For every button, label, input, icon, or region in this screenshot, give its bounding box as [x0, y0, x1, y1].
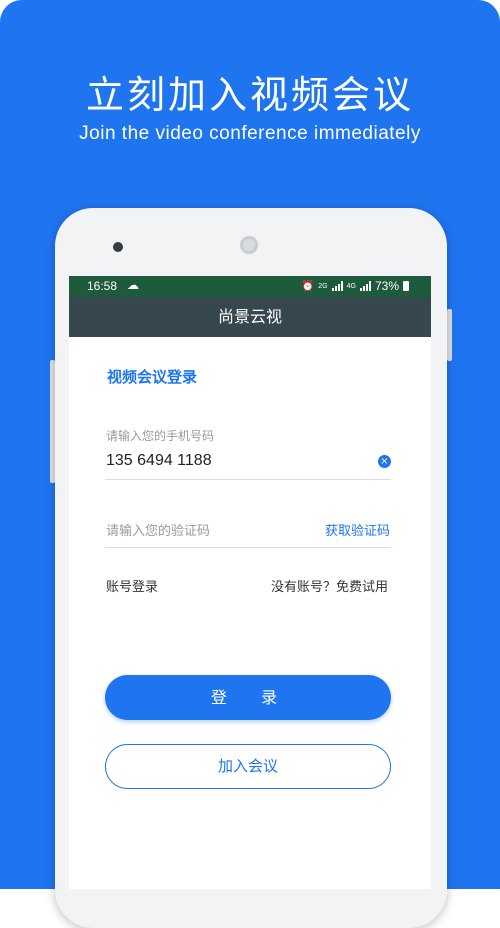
get-code-link[interactable]: 获取验证码	[325, 520, 390, 539]
weather-icon: ☁	[127, 278, 139, 292]
network-4g-label: 4G	[346, 282, 356, 290]
verification-code-input[interactable]: 请输入您的验证码	[106, 520, 210, 539]
promo-headline: 立刻加入视频会议	[85, 73, 414, 117]
join-meeting-button[interactable]: 加入会议	[105, 744, 391, 789]
battery-icon	[403, 281, 409, 291]
clear-icon[interactable]: ×	[378, 455, 391, 468]
phone-number-input[interactable]: 135 6494 1188	[106, 452, 212, 470]
phone-power-button	[447, 309, 452, 361]
account-login-link[interactable]: 账号登录	[106, 576, 158, 595]
alarm-icon: ⏰	[301, 280, 315, 292]
network-2g-label: 2G	[318, 282, 328, 290]
signal-icon	[331, 281, 343, 291]
phone-screen: 16:58 ☁ ⏰ 2G 4G 73% 尚景云视 视频会议登录 请输入您的手机号…	[69, 276, 431, 889]
login-title: 视频会议登录	[107, 368, 198, 386]
phone-field-underline	[105, 479, 391, 480]
free-trial-link[interactable]: 没有账号？免费试用	[271, 576, 388, 595]
phone-camera	[113, 242, 123, 252]
phone-field-label: 请输入您的手机号码	[106, 429, 215, 443]
phone-speaker	[240, 236, 258, 254]
signal-icon-2	[359, 281, 371, 291]
promo-subheadline: Join the video conference immediately	[79, 123, 421, 144]
app-title: 尚景云视	[69, 297, 431, 337]
login-button[interactable]: 登 录	[105, 675, 391, 720]
code-field-underline	[105, 547, 391, 548]
status-icons: ⏰ 2G 4G 73%	[302, 279, 409, 293]
status-time: 16:58	[87, 279, 118, 293]
battery-percent: 73%	[374, 279, 399, 293]
status-bar: 16:58 ☁ ⏰ 2G 4G 73%	[69, 276, 431, 297]
